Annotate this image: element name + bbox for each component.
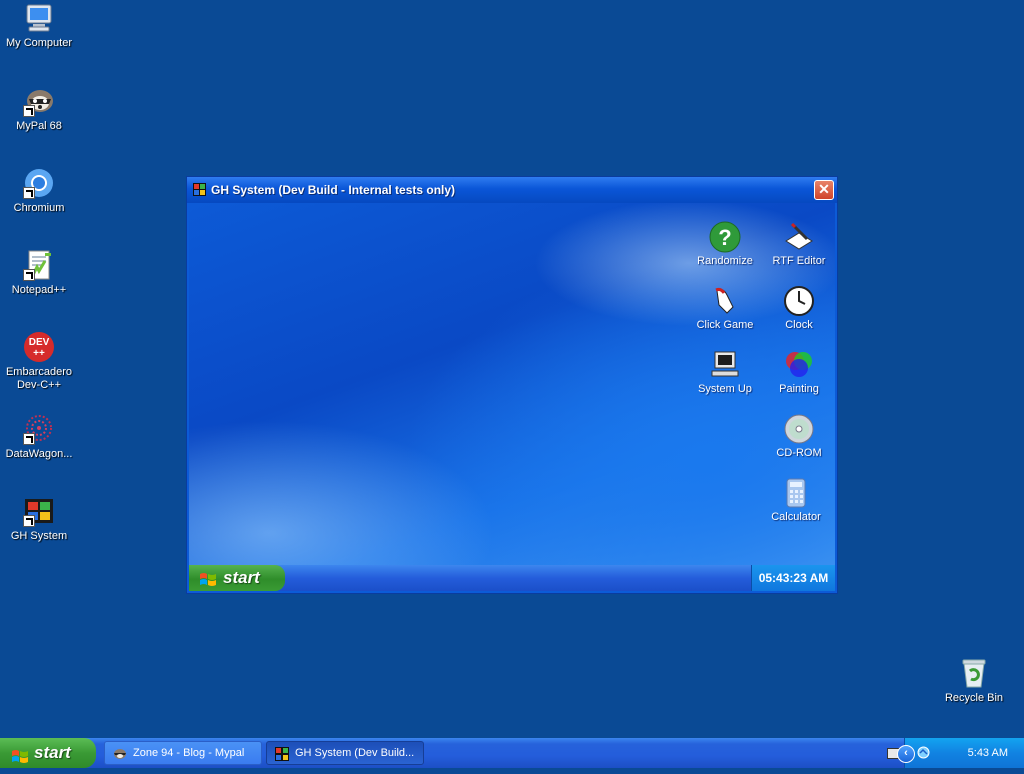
app-icon-label: Calculator bbox=[771, 511, 821, 523]
windows-flag-icon bbox=[11, 745, 29, 774]
tray-clock[interactable]: 5:43 AM bbox=[968, 738, 1008, 768]
desktop-icon-my-computer[interactable]: My Computer bbox=[1, 2, 77, 50]
desktop-icon-notepad-plus-plus[interactable]: Notepad++ bbox=[1, 249, 77, 297]
app-icon-click-game[interactable]: Click Game bbox=[692, 285, 758, 331]
desktop-icon-recycle-bin[interactable]: Recycle Bin bbox=[936, 657, 1012, 705]
close-button[interactable]: ✕ bbox=[814, 180, 834, 200]
app-icon-painting[interactable]: Painting bbox=[766, 349, 832, 395]
desktop-icon-label: Chromium bbox=[13, 202, 65, 214]
shortcut-arrow-icon bbox=[23, 269, 35, 281]
gh-system-icon bbox=[193, 183, 206, 196]
app-icon-cdrom[interactable]: CD-ROM bbox=[766, 413, 832, 459]
clock-icon bbox=[783, 285, 815, 317]
shortcut-arrow-icon bbox=[23, 515, 35, 527]
desktop-icon-label: Embarcadero Dev-C++ bbox=[5, 366, 73, 391]
desktop-icon-label: Notepad++ bbox=[11, 284, 67, 296]
windows-flag-icon bbox=[199, 570, 217, 595]
window-title: GH System (Dev Build - Internal tests on… bbox=[211, 183, 456, 197]
start-button[interactable]: start bbox=[0, 738, 96, 768]
desktop-icon-label: Recycle Bin bbox=[944, 692, 1004, 704]
notepad-plus-plus-icon bbox=[23, 249, 55, 281]
window-titlebar[interactable]: GH System (Dev Build - Internal tests on… bbox=[187, 177, 837, 203]
app-icon-calculator[interactable]: Calculator bbox=[763, 477, 829, 523]
app-icon-label: Painting bbox=[779, 383, 819, 395]
app-icon-clock[interactable]: Clock bbox=[766, 285, 832, 331]
computer-icon bbox=[709, 349, 741, 381]
svg-text:DEV: DEV bbox=[29, 337, 50, 348]
tray-collapse-button[interactable]: ‹ bbox=[897, 745, 915, 763]
desktop-icon-label: MyPal 68 bbox=[16, 120, 62, 132]
desktop-icon-gh-system[interactable]: GH System bbox=[1, 495, 77, 543]
window-start-button[interactable]: start bbox=[189, 565, 285, 591]
desktop-icon-chromium[interactable]: Chromium bbox=[1, 167, 77, 215]
network-icon[interactable] bbox=[917, 746, 930, 759]
window-taskbar: start 05:43:23 AM bbox=[189, 565, 835, 591]
desktop-icon-label: My Computer bbox=[5, 37, 73, 49]
question-mark-icon: ? bbox=[709, 221, 741, 253]
taskbar: start Zone 94 - Blog - Mypal GH System (… bbox=[0, 738, 1024, 768]
desktop-icon-datawagon[interactable]: DataWagon... bbox=[1, 413, 77, 461]
taskbar-button-label: GH System (Dev Build... bbox=[295, 747, 415, 759]
gh-system-icon bbox=[23, 495, 55, 527]
rtf-editor-icon bbox=[783, 221, 815, 253]
desktop-icon-mypal[interactable]: MyPal 68 bbox=[1, 85, 77, 133]
app-icon-system-up[interactable]: System Up bbox=[692, 349, 758, 395]
chromium-icon bbox=[23, 167, 55, 199]
datawagon-icon bbox=[23, 413, 55, 445]
cdrom-icon bbox=[783, 413, 815, 445]
window-clock: 05:43:23 AM bbox=[751, 565, 835, 591]
painting-icon bbox=[783, 349, 815, 381]
taskbar-button-mypal[interactable]: Zone 94 - Blog - Mypal bbox=[104, 741, 262, 765]
app-icon-label: Click Game bbox=[696, 319, 754, 331]
gh-system-icon bbox=[275, 747, 289, 761]
my-computer-icon bbox=[23, 2, 55, 34]
taskbar-button-gh-system[interactable]: GH System (Dev Build... bbox=[266, 741, 424, 765]
desktop-icon-label: GH System bbox=[10, 530, 68, 542]
shortcut-arrow-icon bbox=[23, 187, 35, 199]
mypal-icon bbox=[23, 85, 55, 117]
app-icon-label: CD-ROM bbox=[776, 447, 822, 459]
start-label: start bbox=[34, 743, 71, 762]
taskbar-button-label: Zone 94 - Blog - Mypal bbox=[133, 747, 245, 759]
recycle-bin-icon bbox=[958, 657, 990, 689]
desktop-icon-dev-cpp[interactable]: DEV ++ Embarcadero Dev-C++ bbox=[1, 331, 77, 392]
app-icon-label: Clock bbox=[785, 319, 813, 331]
app-icon-label: System Up bbox=[698, 383, 752, 395]
dev-cpp-icon: DEV ++ bbox=[23, 331, 55, 363]
shortcut-arrow-icon bbox=[23, 433, 35, 445]
app-icon-label: RTF Editor bbox=[772, 255, 826, 267]
app-icon-label: Randomize bbox=[697, 255, 753, 267]
window-start-label: start bbox=[223, 568, 260, 587]
app-icon-randomize[interactable]: ? Randomize bbox=[692, 221, 758, 267]
mypal-icon bbox=[113, 747, 127, 761]
shortcut-arrow-icon bbox=[23, 105, 35, 117]
system-tray: ‹ 5:43 AM bbox=[887, 738, 1024, 768]
calculator-icon bbox=[780, 477, 812, 509]
svg-text:?: ? bbox=[718, 225, 731, 250]
app-icon-rtf-editor[interactable]: RTF Editor bbox=[766, 221, 832, 267]
desktop-icon-label: DataWagon... bbox=[5, 448, 73, 460]
svg-text:++: ++ bbox=[33, 348, 45, 359]
click-game-icon bbox=[709, 285, 741, 317]
gh-system-window: GH System (Dev Build - Internal tests on… bbox=[186, 176, 838, 594]
inner-desktop: ? Randomize Click Game System Up RTF Edi… bbox=[189, 203, 835, 565]
